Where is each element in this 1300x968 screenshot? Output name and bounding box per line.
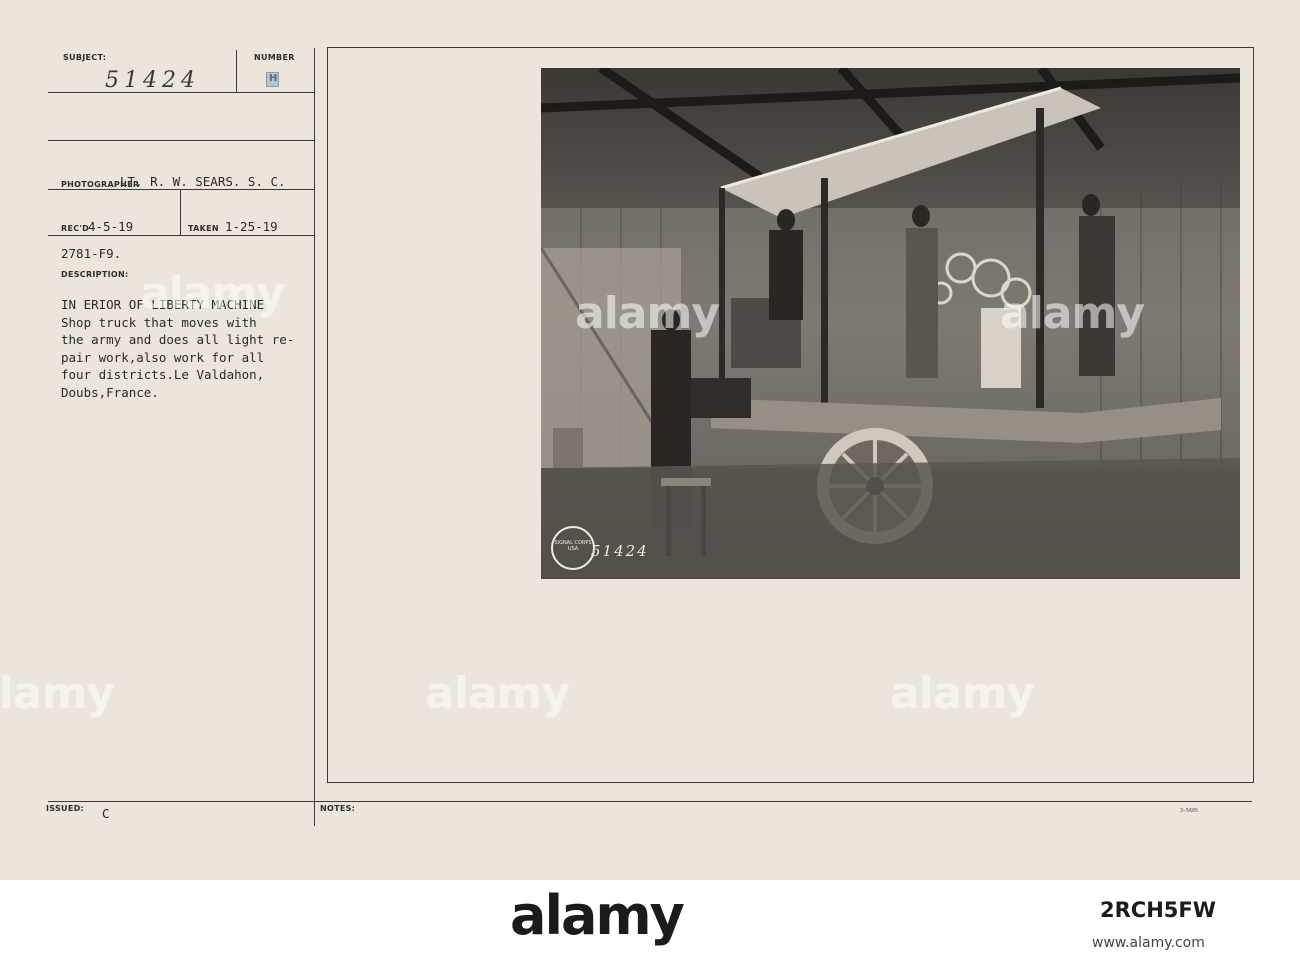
watermark: alamy <box>575 288 720 339</box>
file-code: 2781-F9. <box>61 246 122 261</box>
notes-label: NOTES: <box>320 804 356 813</box>
form-ref: 3—5605 <box>1180 808 1199 814</box>
divider-line <box>48 235 314 236</box>
subject-label: SUBJECT: <box>63 53 107 62</box>
divider-line <box>48 189 314 190</box>
footer-bar: alamy 2RCH5FW www.alamy.com <box>0 880 1300 968</box>
description-line: pair work,also work for all <box>61 349 265 365</box>
divider-line <box>236 50 237 92</box>
taken-label: TAKEN <box>188 224 219 233</box>
watermark: alamy <box>890 668 1035 719</box>
photographer-value: LT. R. W. SEARS. S. C. <box>120 174 286 189</box>
divider-line <box>48 140 314 141</box>
watermark: alamy <box>140 268 285 319</box>
issued-label: ISSUED: <box>46 804 85 813</box>
number-stamp-text: H <box>269 73 278 84</box>
description-line: the army and does all light re- <box>61 332 295 347</box>
issued-value: C <box>102 806 110 821</box>
stock-id: 2RCH5FW <box>1100 898 1216 922</box>
column-divider <box>314 48 315 826</box>
site-url: www.alamy.com <box>1092 935 1205 951</box>
alamy-logo-text: alamy <box>510 884 685 947</box>
signal-corps-stamp-text: SIGNAL CORPS USA <box>554 540 592 552</box>
number-stamp: H <box>266 72 279 87</box>
description-line: four districts.Le Valdahon, <box>61 367 265 382</box>
taken-value: 1-25-19 <box>225 219 278 234</box>
description-line: Doubs,France. <box>61 384 159 400</box>
recd-value: 4-5-19 <box>88 219 134 234</box>
watermark: alamy <box>1000 288 1145 339</box>
subject-number: 51424 <box>105 68 200 93</box>
footer-rule <box>48 801 1252 802</box>
stamp-number: 51424 <box>591 542 649 560</box>
watermark: alamy <box>425 668 570 719</box>
number-label: NUMBER <box>254 53 295 62</box>
watermark: alamy <box>0 668 115 719</box>
alamy-logo: alamy <box>510 884 685 947</box>
divider-line <box>180 190 181 235</box>
signal-corps-stamp: SIGNAL CORPS USA <box>551 526 595 570</box>
recd-label: REC'D <box>61 224 90 233</box>
archive-card: SUBJECT: 51424 NUMBER H PHOTOGRAPHER LT.… <box>0 0 1300 880</box>
description-label: DESCRIPTION: <box>61 270 129 279</box>
